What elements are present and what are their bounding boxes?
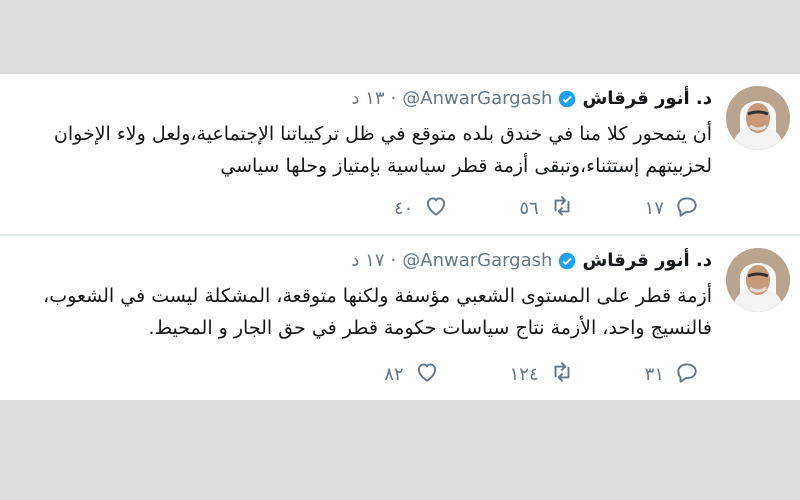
retweet-button[interactable]: ١٢٤ bbox=[510, 359, 575, 390]
heart-icon bbox=[414, 359, 440, 390]
tweet-actions: ١٧ ٥٦ ٤٠ bbox=[394, 193, 700, 224]
like-count: ٨٢ bbox=[384, 364, 404, 385]
tweet-text: أن يتمحور كلا منا في خندق بلده متوقع في … bbox=[53, 123, 712, 177]
retweet-count: ١٢٤ bbox=[509, 364, 539, 385]
avatar[interactable] bbox=[726, 86, 790, 150]
separator-dot: · bbox=[390, 88, 397, 109]
reply-count: ١٧ bbox=[644, 198, 664, 219]
tweet-text: أزمة قطر على المستوى الشعبي مؤسفة ولكنها… bbox=[43, 285, 712, 339]
reply-button[interactable]: ١٧ bbox=[645, 193, 700, 224]
tweet-time[interactable]: ١٧ د bbox=[351, 250, 384, 271]
tweet[interactable]: د. أنور قرقاش @AnwarGargash · ١٣ د أن يت… bbox=[0, 74, 800, 234]
tweet[interactable]: د. أنور قرقاش @AnwarGargash · ١٧ د أزمة … bbox=[0, 236, 800, 400]
retweet-icon bbox=[549, 359, 575, 390]
reply-icon bbox=[674, 193, 700, 224]
tweet-actions: ٣١ ١٢٤ ٨٢ bbox=[384, 359, 700, 390]
retweet-button[interactable]: ٥٦ bbox=[519, 193, 574, 224]
tweet-list: د. أنور قرقاش @AnwarGargash · ١٣ د أن يت… bbox=[0, 74, 800, 400]
tweet-header: د. أنور قرقاش @AnwarGargash · ١٧ د bbox=[351, 250, 712, 271]
like-button[interactable]: ٤٠ bbox=[394, 193, 449, 224]
verified-badge-icon bbox=[558, 90, 576, 108]
separator-dot: · bbox=[390, 250, 397, 271]
reply-count: ٣١ bbox=[644, 364, 664, 385]
heart-icon bbox=[423, 193, 449, 224]
retweet-count: ٥٦ bbox=[519, 198, 539, 219]
reply-icon bbox=[674, 359, 700, 390]
like-count: ٤٠ bbox=[393, 198, 414, 219]
avatar[interactable] bbox=[726, 248, 790, 312]
author-name[interactable]: د. أنور قرقاش bbox=[582, 250, 712, 271]
tweet-header: د. أنور قرقاش @AnwarGargash · ١٣ د bbox=[351, 88, 712, 109]
verified-badge-icon bbox=[558, 252, 576, 270]
reply-button[interactable]: ٣١ bbox=[645, 359, 700, 390]
author-handle[interactable]: @AnwarGargash bbox=[402, 88, 552, 109]
author-handle[interactable]: @AnwarGargash bbox=[402, 250, 552, 271]
tweet-time[interactable]: ١٣ د bbox=[351, 88, 384, 109]
like-button[interactable]: ٨٢ bbox=[384, 359, 439, 390]
retweet-icon bbox=[549, 193, 575, 224]
author-name[interactable]: د. أنور قرقاش bbox=[582, 88, 712, 109]
